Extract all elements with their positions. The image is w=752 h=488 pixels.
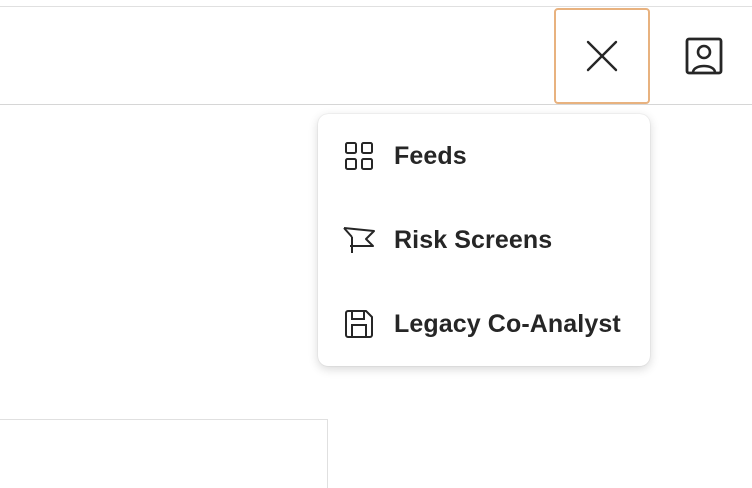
navigation-dropdown-menu: Feeds Risk Screens Legacy Co-Analyst — [318, 114, 650, 366]
user-profile-icon — [685, 37, 723, 75]
menu-item-label: Feeds — [394, 141, 467, 170]
close-icon — [586, 40, 618, 72]
menu-item-label: Risk Screens — [394, 225, 553, 254]
menu-item-feeds[interactable]: Feeds — [318, 114, 650, 198]
user-profile-button[interactable] — [668, 20, 740, 92]
content-panel — [0, 419, 328, 488]
app-page: Feeds Risk Screens Legacy Co-Analyst — [0, 0, 752, 488]
flag-icon — [342, 223, 376, 257]
menu-item-label: Legacy Co-Analyst — [394, 309, 621, 338]
menu-item-legacy-co-analyst[interactable]: Legacy Co-Analyst — [318, 282, 650, 366]
save-icon — [342, 307, 376, 341]
close-menu-button[interactable] — [554, 8, 650, 104]
grid-icon — [342, 139, 376, 173]
header-divider — [0, 104, 752, 105]
top-border — [0, 6, 752, 7]
menu-item-risk-screens[interactable]: Risk Screens — [318, 198, 650, 282]
